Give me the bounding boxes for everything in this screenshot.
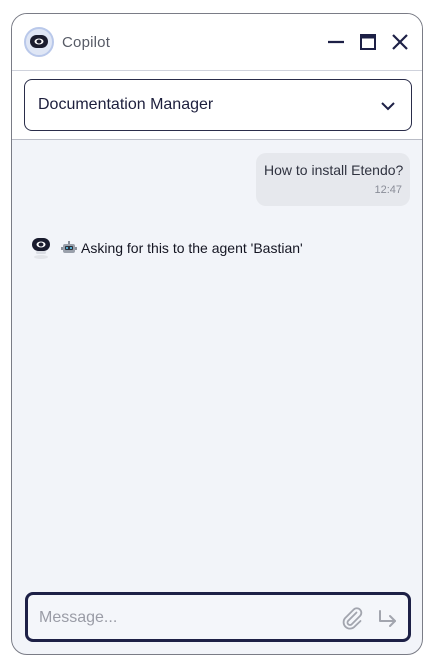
close-icon bbox=[392, 34, 408, 50]
assistant-selected-value: Documentation Manager bbox=[38, 96, 214, 113]
assistant-dropdown[interactable]: Documentation Manager bbox=[24, 79, 412, 131]
maximize-icon bbox=[360, 34, 376, 50]
bot-message-text-wrap: Asking for this to the agent 'Bastian' bbox=[61, 240, 303, 256]
minimize-button[interactable] bbox=[325, 31, 347, 53]
copilot-logo bbox=[24, 27, 54, 57]
close-button[interactable] bbox=[389, 31, 411, 53]
maximize-button[interactable] bbox=[357, 31, 379, 53]
assistant-selector-area: Documentation Manager bbox=[12, 71, 422, 140]
message-composer bbox=[25, 592, 411, 642]
send-arrow-icon[interactable] bbox=[376, 607, 400, 631]
copilot-window: Copilot Documentation Manager How to ins… bbox=[11, 13, 423, 655]
chevron-down-icon bbox=[381, 102, 395, 111]
bot-avatar-icon bbox=[32, 238, 50, 259]
app-title: Copilot bbox=[62, 34, 111, 51]
user-message-text: How to install Etendo? bbox=[264, 162, 404, 178]
message-list: How to install Etendo? 12:47 Asking for … bbox=[12, 140, 422, 580]
header: Copilot bbox=[12, 14, 422, 71]
bot-face-icon bbox=[30, 35, 48, 48]
bot-message-text: Asking for this to the agent 'Bastian' bbox=[81, 240, 303, 256]
robot-icon bbox=[61, 241, 77, 253]
minimize-icon bbox=[328, 40, 344, 44]
message-timestamp: 12:47 bbox=[374, 184, 402, 196]
user-message: How to install Etendo? 12:47 bbox=[256, 153, 410, 206]
paperclip-icon[interactable] bbox=[340, 606, 364, 630]
message-input[interactable] bbox=[37, 607, 331, 629]
